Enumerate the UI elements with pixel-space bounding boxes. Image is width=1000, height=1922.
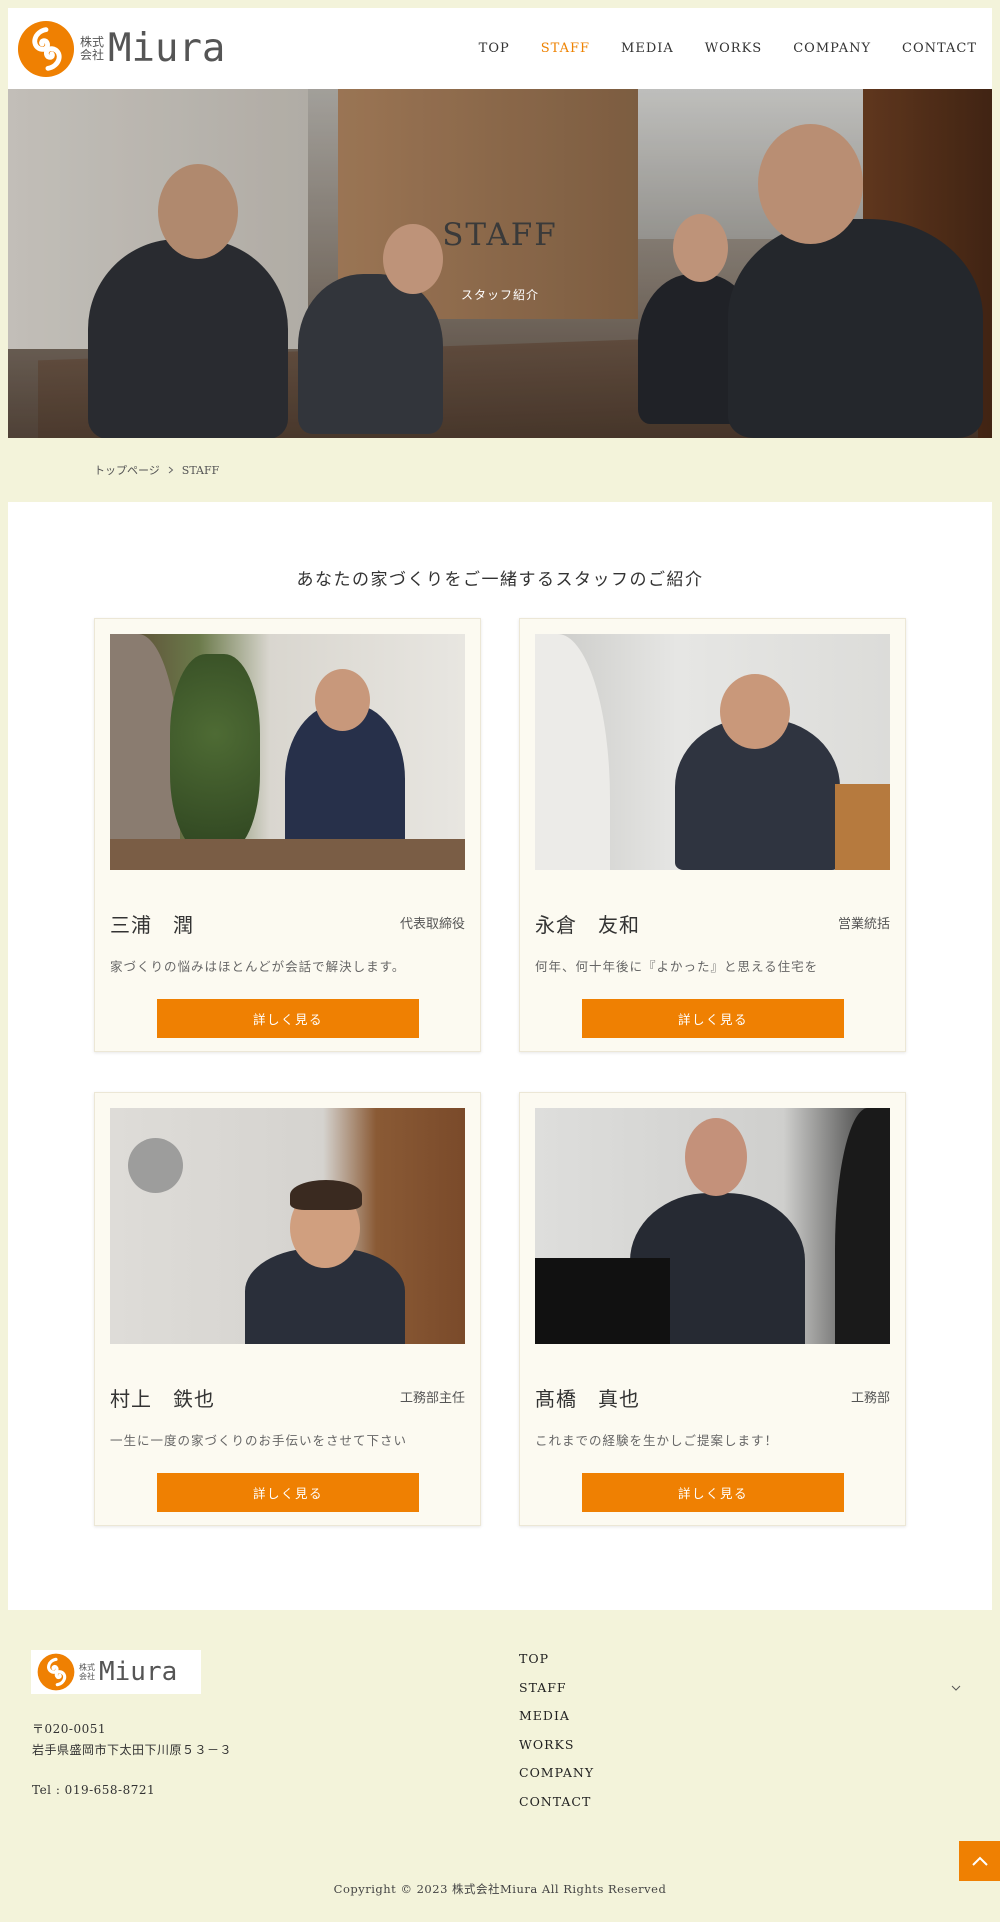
details-button[interactable]: 詳しく見る	[157, 1473, 419, 1512]
footer-nav-contact[interactable]: CONTACT	[519, 1794, 594, 1823]
chevron-down-icon[interactable]	[951, 1683, 961, 1693]
section-heading: あなたの家づくりをご一緒するスタッフのご紹介	[296, 570, 704, 590]
main-nav: TOP STAFF MEDIA WORKS COMPANY CONTACT	[448, 41, 977, 56]
staff-message: 何年、何十年後に『よかった』と思える住宅を	[535, 959, 819, 974]
staff-role: 代表取締役	[399, 917, 465, 932]
staff-photo[interactable]	[535, 634, 890, 870]
footer-logo[interactable]: 株式 会社 Miura	[31, 1650, 201, 1694]
hero-banner: STAFF スタッフ紹介	[8, 89, 992, 438]
back-to-top-button[interactable]	[959, 1841, 1000, 1881]
miura-logo-icon	[17, 20, 75, 77]
logo-kaisha-bottom: 会社	[80, 47, 105, 62]
page-title: STAFF	[442, 217, 558, 253]
staff-card: 三浦 潤 代表取締役 家づくりの悩みはほとんどが会話で解決します。 詳しく見る	[94, 618, 481, 1052]
staff-name: 永倉 友和	[535, 913, 640, 937]
staff-photo[interactable]	[110, 1108, 465, 1344]
page-subtitle: スタッフ紹介	[460, 288, 539, 302]
logo-kaisha-top: 株式	[79, 1663, 95, 1672]
staff-card: 髙橋 真也 工務部 これまでの経験を生かしご提案します！ 詳しく見る	[519, 1092, 906, 1526]
footer-nav-works[interactable]: WORKS	[519, 1737, 594, 1766]
staff-card: 村上 鉄也 工務部主任 一生に一度の家づくりのお手伝いをさせて下さい 詳しく見る	[94, 1092, 481, 1526]
footer-nav-top[interactable]: TOP	[519, 1651, 594, 1680]
staff-section: あなたの家づくりをご一緒するスタッフのご紹介 三浦 潤 代表取締役 家づくりの悩…	[8, 502, 992, 1610]
staff-card: 永倉 友和 営業統括 何年、何十年後に『よかった』と思える住宅を 詳しく見る	[519, 618, 906, 1052]
details-button[interactable]: 詳しく見る	[582, 1473, 844, 1512]
details-button[interactable]: 詳しく見る	[157, 999, 419, 1038]
staff-name: 村上 鉄也	[110, 1387, 215, 1411]
staff-photo[interactable]	[535, 1108, 890, 1344]
staff-role: 工務部	[850, 1391, 890, 1406]
staff-photo[interactable]	[110, 634, 465, 870]
logo-wordmark: Miura	[108, 26, 226, 71]
site-logo[interactable]: 株式 会社 Miura	[17, 20, 225, 78]
site-header: 株式 会社 Miura TOP STAFF MEDIA WORKS COMPAN…	[8, 8, 992, 89]
nav-works[interactable]: WORKS	[705, 41, 762, 56]
nav-top[interactable]: TOP	[479, 41, 510, 56]
staff-message: 家づくりの悩みはほとんどが会話で解決します。	[110, 959, 406, 974]
staff-name: 三浦 潤	[110, 913, 194, 937]
footer-nav-media[interactable]: MEDIA	[519, 1708, 594, 1737]
chevron-up-icon	[971, 1856, 988, 1866]
logo-kaisha-bottom: 会社	[79, 1672, 95, 1681]
staff-message: 一生に一度の家づくりのお手伝いをさせて下さい	[110, 1433, 408, 1448]
details-button[interactable]: 詳しく見る	[582, 999, 844, 1038]
staff-name: 髙橋 真也	[535, 1387, 640, 1411]
footer-nav-staff[interactable]: STAFF	[519, 1680, 594, 1709]
logo-kaisha-top: 株式	[80, 34, 105, 49]
staff-role: 工務部主任	[399, 1391, 465, 1406]
nav-company[interactable]: COMPANY	[793, 41, 871, 56]
footer-nav: TOP STAFF MEDIA WORKS COMPANY CONTACT	[519, 1651, 594, 1822]
logo-kaisha: 株式 会社	[79, 1663, 95, 1681]
breadcrumb-current: STAFF	[181, 463, 220, 477]
breadcrumb-home[interactable]: トップページ	[94, 462, 160, 478]
miura-logo-icon	[37, 1653, 75, 1691]
hero-overlay	[8, 89, 992, 438]
chevron-right-icon	[168, 466, 174, 474]
staff-role: 営業統括	[837, 917, 890, 932]
footer-nav-company[interactable]: COMPANY	[519, 1765, 594, 1794]
nav-staff[interactable]: STAFF	[541, 41, 590, 56]
company-address: 〒020-0051 岩手県盛岡市下太田下川原５３－３	[32, 1719, 232, 1761]
postal-code: 〒020-0051	[32, 1722, 106, 1736]
copyright: Copyright © 2023 株式会社Miura All Rights Re…	[333, 1882, 667, 1896]
logo-wordmark: Miura	[99, 1657, 178, 1687]
street-address: 岩手県盛岡市下太田下川原５３－３	[32, 1743, 233, 1757]
staff-message: これまでの経験を生かしご提案します！	[535, 1433, 779, 1448]
logo-kaisha: 株式 会社	[80, 34, 105, 62]
breadcrumb: トップページ STAFF	[94, 462, 219, 478]
nav-media[interactable]: MEDIA	[621, 41, 674, 56]
phone-number: Tel : 019-658-8721	[32, 1783, 156, 1797]
nav-contact[interactable]: CONTACT	[902, 41, 977, 56]
